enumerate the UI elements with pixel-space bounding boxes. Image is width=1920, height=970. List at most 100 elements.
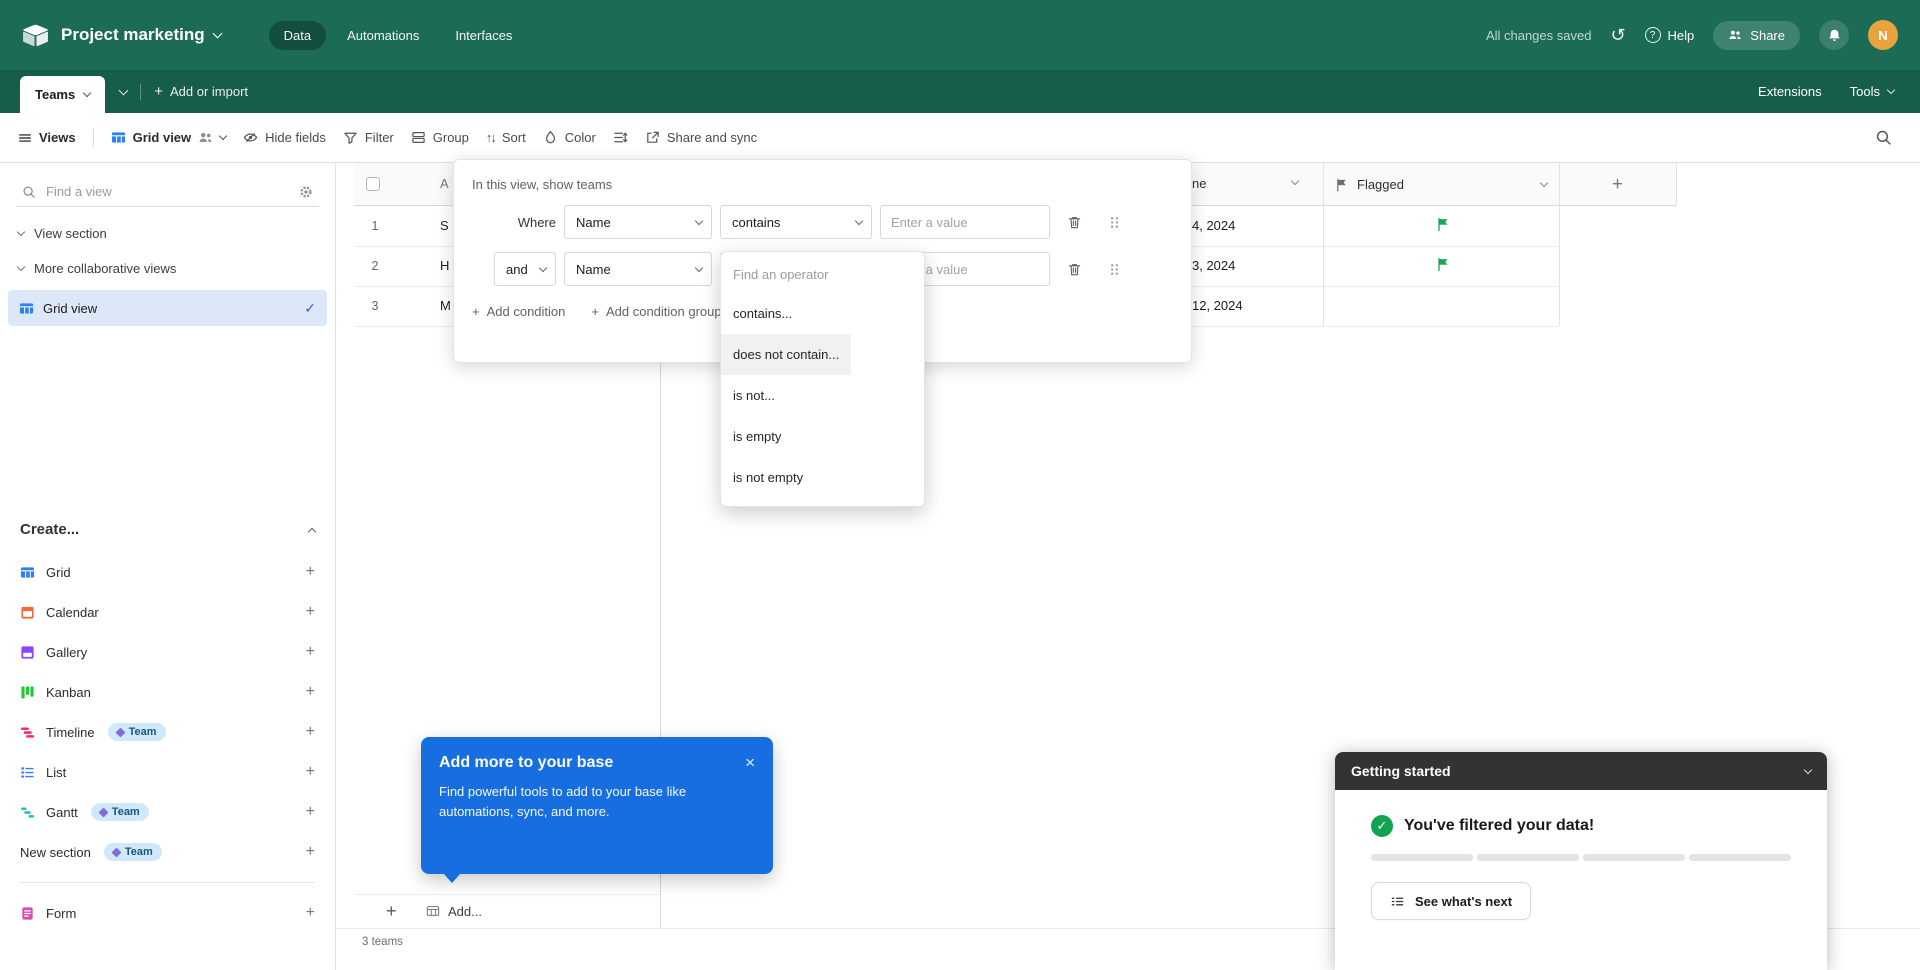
row-number[interactable]: 2 <box>354 246 396 286</box>
add-view-icon[interactable]: + <box>306 684 315 700</box>
app-logo-icon[interactable] <box>22 24 49 47</box>
hamburger-icon <box>18 131 32 145</box>
add-or-import-button[interactable]: + Add or import <box>154 84 248 99</box>
table-tab-teams[interactable]: Teams <box>20 76 105 113</box>
create-item-calendar[interactable]: Calendar + <box>0 592 335 632</box>
create-section: Create... Grid + Calendar + Gallery + <box>0 521 335 933</box>
add-view-icon[interactable]: + <box>306 564 315 580</box>
view-section-toggle[interactable]: View section <box>0 213 335 248</box>
hide-fields-label: Hide fields <box>265 130 326 145</box>
table-tab-label: Teams <box>35 87 75 102</box>
add-view-icon[interactable]: + <box>306 844 315 860</box>
column-header-name-partial[interactable]: A <box>440 176 449 191</box>
cell-date-partial[interactable]: 4, 2024 <box>1192 218 1235 233</box>
create-item-list[interactable]: List + <box>0 752 335 792</box>
cell-name-partial[interactable]: S <box>440 218 449 233</box>
tab-list-button[interactable] <box>120 90 127 94</box>
cell-date-partial[interactable]: 3, 2024 <box>1192 258 1235 273</box>
collaborative-views-toggle[interactable]: More collaborative views <box>0 248 335 283</box>
create-item-kanban[interactable]: Kanban + <box>0 672 335 712</box>
create-label: Create... <box>20 521 79 538</box>
sort-button[interactable]: ↑↓ Sort <box>486 130 526 145</box>
add-view-icon[interactable]: + <box>306 804 315 820</box>
delete-condition-button[interactable] <box>1058 206 1090 238</box>
add-field-button[interactable]: + <box>1559 163 1676 206</box>
conjunction-select[interactable]: and <box>494 252 556 286</box>
filter-button[interactable]: Filter <box>343 130 394 145</box>
diamond-icon <box>98 807 108 817</box>
close-icon[interactable]: × <box>745 754 755 771</box>
add-view-icon[interactable]: + <box>306 764 315 780</box>
share-and-sync-button[interactable]: Share and sync <box>645 130 757 145</box>
add-view-icon[interactable]: + <box>306 905 315 921</box>
view-name-button[interactable]: Grid view <box>111 130 227 145</box>
nav-tab-automations[interactable]: Automations <box>332 21 434 50</box>
add-record-button[interactable]: + <box>386 902 397 920</box>
plus-icon: + <box>591 304 599 319</box>
extensions-button[interactable]: Extensions <box>1758 84 1822 99</box>
add-condition-group-button[interactable]: + Add condition group <box>591 304 721 319</box>
add-record-options-button[interactable]: Add... <box>426 897 482 925</box>
create-item-gantt[interactable]: Gantt Team + <box>0 792 335 832</box>
add-view-icon[interactable]: + <box>306 724 315 740</box>
create-item-new-section[interactable]: New section Team + <box>0 832 335 872</box>
grid-view-icon <box>19 301 34 316</box>
create-item-timeline[interactable]: Timeline Team + <box>0 712 335 752</box>
cell-name-partial[interactable]: M <box>440 298 451 313</box>
flag-icon[interactable] <box>1436 257 1451 272</box>
delete-condition-button[interactable] <box>1058 253 1090 285</box>
filter-value-input[interactable] <box>880 205 1050 239</box>
create-item-label: New section <box>20 845 91 860</box>
flag-icon[interactable] <box>1436 217 1451 232</box>
gear-icon[interactable] <box>299 185 313 199</box>
see-whats-next-button[interactable]: See what's next <box>1371 882 1531 920</box>
avatar[interactable]: N <box>1868 20 1898 50</box>
operator-option[interactable]: contains... <box>721 293 924 334</box>
field-select[interactable]: Name <box>564 252 712 286</box>
field-select[interactable]: Name <box>564 205 712 239</box>
create-item-grid[interactable]: Grid + <box>0 552 335 592</box>
row-number[interactable]: 1 <box>354 206 396 246</box>
color-button[interactable]: Color <box>543 130 596 145</box>
views-toggle-button[interactable]: Views <box>18 130 76 145</box>
select-all-checkbox[interactable] <box>366 177 380 191</box>
operator-search-input[interactable] <box>733 267 912 282</box>
operator-search-box <box>721 252 924 293</box>
share-button[interactable]: Share <box>1713 21 1800 50</box>
nav-tab-interfaces[interactable]: Interfaces <box>440 21 527 50</box>
team-plan-badge: Team <box>104 843 162 861</box>
add-condition-button[interactable]: + Add condition <box>472 304 565 319</box>
create-item-form[interactable]: Form + <box>0 893 335 933</box>
create-item-gallery[interactable]: Gallery + <box>0 632 335 672</box>
search-icon[interactable] <box>1875 129 1902 146</box>
cell-name-partial[interactable]: H <box>440 258 449 273</box>
tools-button[interactable]: Tools <box>1850 84 1894 99</box>
history-icon[interactable]: ↺ <box>1610 26 1625 44</box>
cell-date-partial[interactable]: 12, 2024 <box>1192 298 1243 313</box>
hide-fields-button[interactable]: Hide fields <box>243 130 326 145</box>
operator-option[interactable]: does not contain... <box>721 334 851 375</box>
group-button[interactable]: Group <box>411 130 469 145</box>
base-name-menu[interactable]: Project marketing <box>61 25 221 45</box>
add-view-icon[interactable]: + <box>306 644 315 660</box>
add-view-icon[interactable]: + <box>306 604 315 620</box>
column-header-date-partial[interactable]: ne <box>1192 176 1206 191</box>
notifications-button[interactable] <box>1819 20 1849 50</box>
help-button[interactable]: ? Help <box>1645 27 1695 43</box>
create-section-toggle[interactable]: Create... <box>0 521 335 538</box>
sidebar-view-grid[interactable]: Grid view ✓ <box>8 290 327 326</box>
row-height-button[interactable] <box>613 130 628 145</box>
gantt-icon <box>20 805 35 820</box>
operator-option[interactable]: is empty <box>721 416 924 457</box>
table-tabs-bar: Teams + Add or import Extensions Tools <box>0 70 1920 113</box>
drag-handle-icon[interactable] <box>1098 253 1130 285</box>
column-header-flagged[interactable]: Flagged <box>1323 163 1559 206</box>
getting-started-header[interactable]: Getting started <box>1335 752 1827 790</box>
drag-handle-icon[interactable] <box>1098 206 1130 238</box>
operator-option[interactable]: is not... <box>721 375 924 416</box>
operator-option[interactable]: is not empty <box>721 457 924 498</box>
nav-tab-data[interactable]: Data <box>269 21 326 50</box>
operator-select[interactable]: contains <box>720 205 872 239</box>
row-number[interactable]: 3 <box>354 286 396 326</box>
find-view-input[interactable] <box>46 184 289 199</box>
